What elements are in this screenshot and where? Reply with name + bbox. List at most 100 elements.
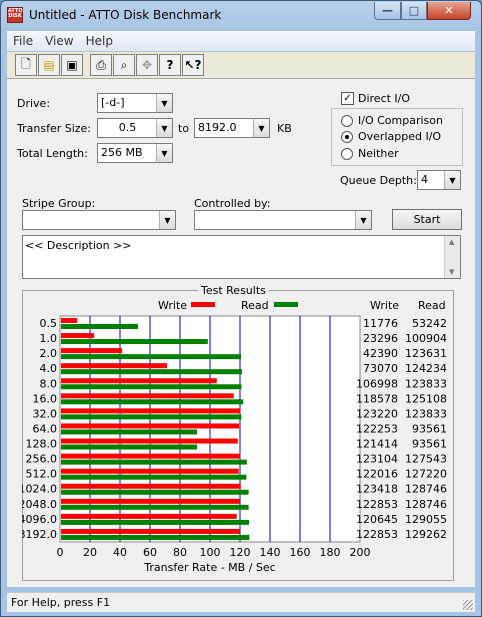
start-button[interactable]: Start [392, 209, 462, 230]
total-length-label: Total Length: [17, 147, 88, 160]
x-tick-label: 200 [350, 546, 371, 559]
drive-value: [-d-] [101, 96, 125, 109]
print-preview-button[interactable]: ⌕ [113, 54, 135, 76]
description-field[interactable]: << Description >> ▲ ▼ [22, 235, 461, 279]
total-length-select[interactable]: 256 MB ▼ [97, 143, 173, 163]
direct-io-checkbox[interactable]: ✓ [341, 92, 354, 105]
write-value: 106998 [356, 377, 398, 390]
write-value: 122016 [356, 468, 398, 481]
resize-grip-icon[interactable] [463, 600, 473, 610]
read-legend-swatch [274, 302, 298, 307]
chevron-down-icon[interactable]: ▼ [156, 144, 172, 162]
maximize-button[interactable]: □ [401, 2, 427, 20]
x-tick-label: 100 [200, 546, 221, 559]
read-bar [61, 429, 198, 435]
x-tick-label: 80 [173, 546, 187, 559]
read-bar [61, 324, 138, 329]
write-bar [61, 363, 168, 369]
app-window: ATTO DISK Untitled - ATTO Disk Benchmark… [0, 0, 482, 617]
context-help-button[interactable]: ↖? [182, 54, 204, 76]
help-icon: ? [166, 58, 174, 72]
stripe-group-select[interactable]: ▼ [22, 210, 176, 230]
write-legend-label: Write [158, 299, 187, 312]
atto-app-icon[interactable]: ATTO DISK [7, 7, 23, 23]
close-button[interactable]: ✕ [427, 2, 471, 20]
read-value: 128746 [405, 498, 447, 511]
io-comparison-label: I/O Comparison [358, 114, 443, 127]
chevron-down-icon[interactable]: ▼ [156, 94, 172, 112]
x-tick-label: 160 [290, 546, 311, 559]
read-bar [61, 459, 247, 465]
io-comparison-radio[interactable] [341, 115, 353, 127]
move-button[interactable]: ✥ [136, 54, 158, 76]
read-value: 129262 [405, 528, 447, 541]
new-button[interactable]: 🗋 [15, 54, 37, 76]
direct-io-label: Direct I/O [358, 92, 411, 105]
transfer-size-label: 128.0 [26, 438, 58, 451]
write-bar [61, 468, 239, 474]
read-bar [61, 354, 242, 360]
transfer-size-label: 8.0 [40, 377, 58, 390]
transfer-size-label: 32.0 [33, 407, 58, 420]
status-bar: For Help, press F1 [7, 592, 475, 612]
window-title: Untitled - ATTO Disk Benchmark [29, 8, 222, 22]
write-value: 118578 [356, 392, 398, 405]
close-icon: ✕ [444, 4, 454, 17]
write-column-header: Write [370, 299, 399, 312]
chevron-down-icon[interactable]: ▼ [253, 119, 269, 137]
menu-help[interactable]: Help [80, 34, 119, 48]
x-tick-label: 20 [83, 546, 97, 559]
queue-depth-select[interactable]: 4 ▼ [417, 170, 461, 190]
minimize-button[interactable]: — [374, 2, 401, 20]
test-results-group: Test Results Write Read Write Read 0.5 1.… [22, 284, 454, 581]
context-help-icon: ↖? [184, 58, 202, 72]
read-bar [61, 399, 244, 405]
menu-view[interactable]: View [39, 34, 79, 48]
write-bar [61, 318, 78, 323]
read-value: 123833 [405, 407, 447, 420]
description-scrollbar[interactable]: ▲ ▼ [444, 236, 460, 278]
controlled-by-select[interactable]: ▼ [194, 210, 372, 230]
chevron-down-icon[interactable]: ▼ [355, 211, 371, 229]
write-bar [61, 453, 241, 459]
scroll-up-icon[interactable]: ▲ [449, 238, 454, 246]
neither-radio[interactable] [341, 148, 353, 160]
read-bar [61, 534, 250, 540]
queue-depth-value: 4 [421, 173, 428, 186]
open-button[interactable]: ▤ [38, 54, 60, 76]
neither-label: Neither [358, 147, 399, 160]
transfer-size-label: 2.0 [40, 347, 58, 360]
x-tick-label: 120 [230, 546, 251, 559]
chevron-down-icon[interactable]: ▼ [159, 211, 175, 229]
chevron-down-icon[interactable]: ▼ [156, 119, 172, 137]
write-bar [61, 438, 238, 444]
transfer-size-label: 2048.0 [22, 498, 57, 511]
drive-select[interactable]: [-d-] ▼ [97, 93, 173, 113]
write-value: 42390 [363, 347, 398, 360]
help-button[interactable]: ? [159, 54, 181, 76]
total-length-value: 256 MB [101, 146, 143, 159]
transfer-size-label: 64.0 [33, 422, 58, 435]
overlapped-io-radio[interactable] [341, 131, 353, 143]
transfer-size-label: 8192.0 [22, 528, 57, 541]
read-value: 53242 [412, 317, 447, 330]
write-bar [61, 513, 237, 519]
transfer-size-label: 4.0 [40, 362, 58, 375]
kb-label: KB [277, 122, 292, 135]
save-button[interactable]: ▣ [61, 54, 83, 76]
menu-file[interactable]: File [7, 34, 39, 48]
transfer-to-select[interactable]: 8192.0 ▼ [194, 118, 270, 138]
write-value: 123418 [356, 483, 398, 496]
write-value: 122853 [356, 498, 398, 511]
print-button[interactable]: ⎙ [90, 54, 112, 76]
read-bar [61, 339, 208, 345]
app-icon-text: ATTO DISK [8, 8, 23, 19]
title-bar[interactable]: ATTO DISK Untitled - ATTO Disk Benchmark… [1, 1, 481, 31]
scroll-down-icon[interactable]: ▼ [449, 268, 454, 276]
chevron-down-icon[interactable]: ▼ [444, 171, 460, 189]
transfer-from-select[interactable]: 0.5 ▼ [97, 118, 173, 138]
read-bar [61, 369, 242, 375]
move-icon: ✥ [141, 58, 153, 72]
toolbar: 🗋 ▤ ▣ ⎙ ⌕ ✥ ? ↖? [7, 52, 475, 79]
read-value: 93561 [412, 438, 447, 451]
